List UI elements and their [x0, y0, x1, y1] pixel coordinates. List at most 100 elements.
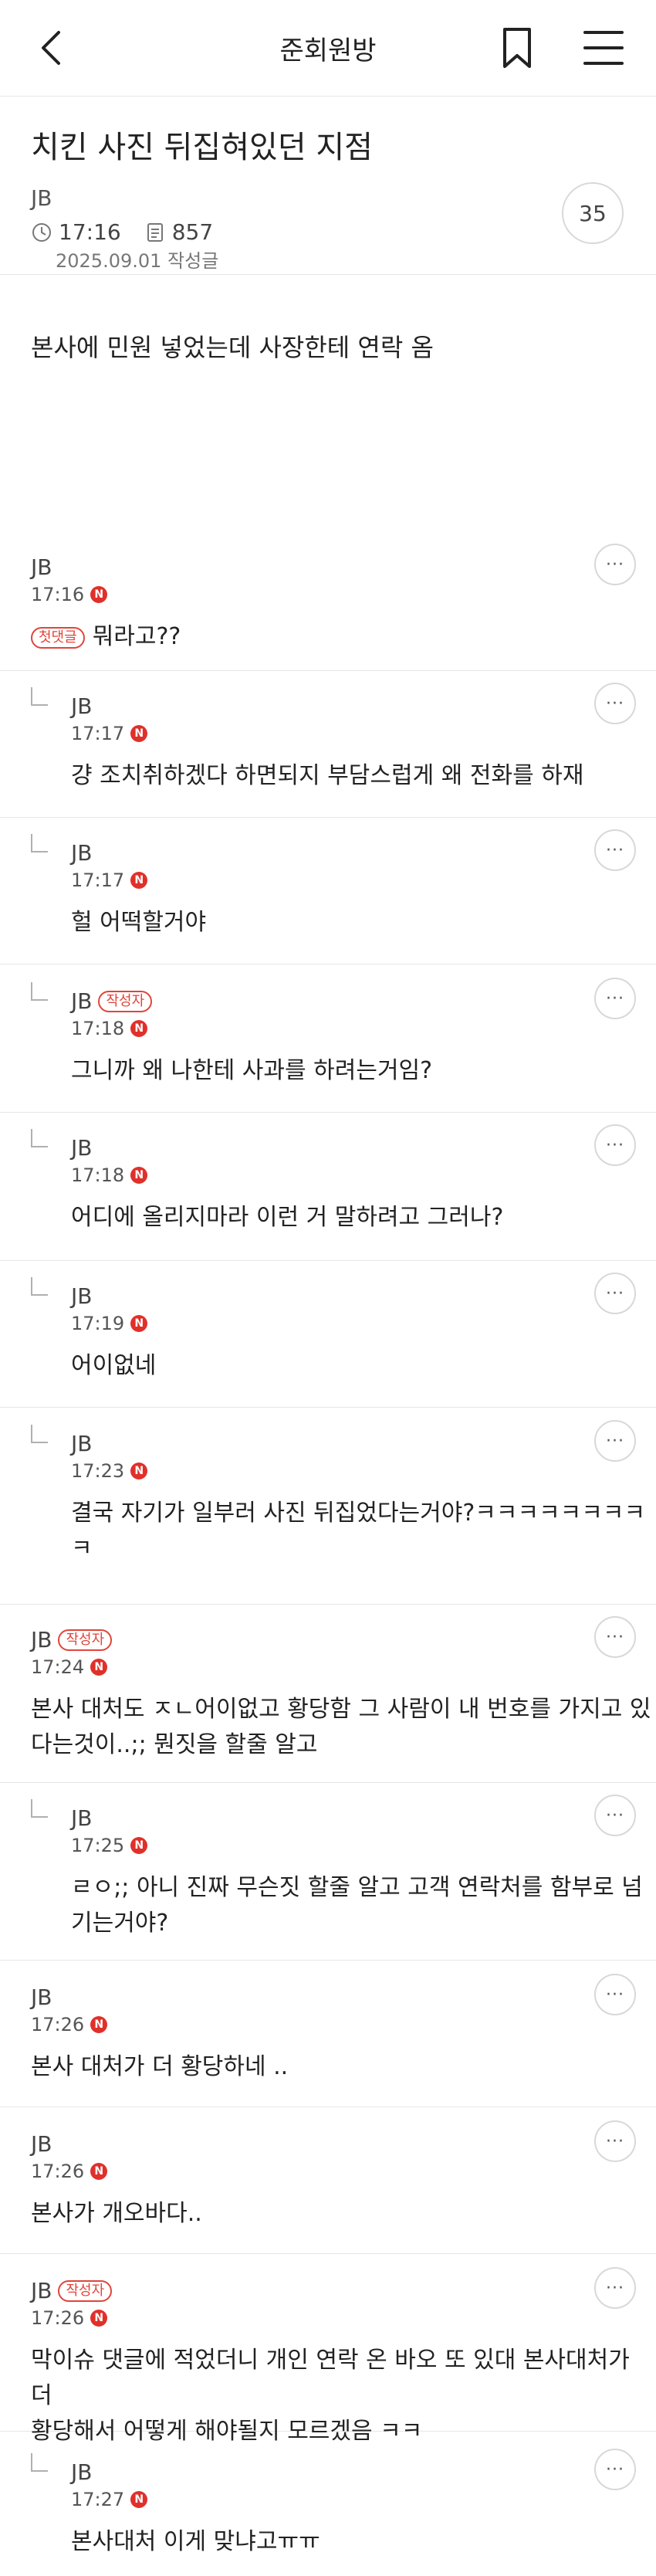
comment-author[interactable]: JB [71, 1283, 92, 1309]
reply-comment: JB 17:18 N 어디에 올리지마라 이런 거 말하려고 그러나? ··· [0, 1124, 656, 1251]
new-badge-icon: N [90, 2310, 108, 2327]
comment-author[interactable]: JB [31, 2131, 52, 2157]
comment-header: JB 작성자 [71, 988, 153, 1014]
more-options-icon[interactable]: ··· [594, 1124, 636, 1166]
post-date: 2025.09.01 작성글 [56, 250, 219, 272]
reply-indicator-icon [31, 1425, 48, 1443]
divider [0, 670, 656, 671]
new-badge-icon: N [130, 1463, 148, 1480]
comment-text-line: ㅋ [71, 1535, 93, 1562]
reply-comment: JB 17:17 N 걍 조치취하겠다 하면되지 부담스럽게 왜 전화를 하재 ··· [0, 683, 656, 809]
comment-author[interactable]: JB [71, 1135, 92, 1161]
comment-time: 17:19 [71, 1313, 125, 1334]
reply-indicator-icon [31, 1277, 48, 1296]
comment: JB 17:26 N 본사 대처가 더 황당하네 .. ··· [0, 1974, 656, 2100]
comment-text-content: 본사 대처가 더 황당하네 .. [31, 2053, 289, 2080]
more-options-icon[interactable]: ··· [594, 978, 636, 1019]
new-badge-icon: N [130, 1837, 148, 1854]
comment-text-content: 헐 어떡할거야 [71, 909, 207, 936]
reply-comment: JB 17:25 N ㄹㅇ;; 아니 진짜 무슨짓 할줄 알고 고객 연락처를 함부로… [0, 1795, 656, 1937]
reply-indicator-icon [31, 2453, 48, 2472]
comment-header: JB [71, 1135, 92, 1161]
divider [0, 1604, 656, 1605]
comment-author[interactable]: JB [71, 1805, 92, 1831]
post-body: 본사에 민원 넣었는데 사장한테 연락 옴 [31, 333, 434, 362]
reply-indicator-icon [31, 687, 48, 706]
new-badge-icon: N [130, 725, 148, 742]
post-time: 17:16 [59, 219, 121, 245]
more-options-icon[interactable]: ··· [594, 544, 636, 585]
comment-header: JB [71, 840, 92, 866]
new-badge-icon: N [90, 2016, 108, 2033]
more-options-icon[interactable]: ··· [594, 683, 636, 724]
more-options-icon[interactable]: ··· [594, 1420, 636, 1462]
comment-header: JB [71, 1805, 92, 1831]
new-badge-icon: N [130, 1315, 148, 1332]
comment-author[interactable]: JB [71, 840, 92, 866]
author-badge: 작성자 [98, 990, 153, 1012]
more-options-icon[interactable]: ··· [594, 1616, 636, 1658]
comment-author[interactable]: JB [71, 1431, 92, 1456]
comment-text: 첫댓글 뭐라고?? [31, 619, 181, 655]
comment-author[interactable]: JB [31, 2278, 52, 2303]
comment-text-content: 어이없네 [71, 1352, 157, 1379]
comment-time: 17:17 [71, 869, 125, 891]
more-options-icon[interactable]: ··· [594, 1795, 636, 1836]
author-badge: 작성자 [58, 2279, 113, 2302]
comment-header: JB [71, 693, 92, 719]
post-title: 치킨 사진 뒤집혀있던 지점 [31, 130, 373, 165]
comment-text-content: 본사대처 이게 맞냐고ㅠㅠ [71, 2528, 320, 2555]
hamburger-menu-icon[interactable] [580, 26, 627, 69]
comment-author[interactable]: JB [31, 554, 52, 580]
more-options-icon[interactable]: ··· [594, 2449, 636, 2490]
more-options-icon[interactable]: ··· [594, 1273, 636, 1314]
more-options-icon[interactable]: ··· [594, 829, 636, 871]
reply-comment: JB 17:17 N 헐 어떡할거야 ··· [0, 829, 656, 956]
comment-time: 17:26 [31, 2014, 85, 2035]
comment-count-button[interactable]: 35 [562, 182, 624, 244]
comment-author[interactable]: JB [71, 988, 92, 1014]
comment-text-line: 막이슈 댓글에 적었더니 개인 연락 온 바오 또 있대 본사대처가 더 [31, 2347, 630, 2409]
comment-time-row: 17:18 N [71, 1164, 148, 1186]
new-badge-icon: N [90, 586, 108, 603]
comment-text: 걍 조치취하겠다 하면되지 부담스럽게 왜 전화를 하재 [71, 758, 583, 794]
comment-author[interactable]: JB [71, 693, 92, 719]
bookmark-icon[interactable] [494, 25, 540, 71]
comment-text-content: 어디에 올리지마라 이런 거 말하려고 그러나? [71, 1204, 504, 1231]
divider [0, 1960, 656, 1961]
more-options-icon[interactable]: ··· [594, 2120, 636, 2162]
comment-text: 본사대처 이게 맞냐고ㅠㅠ [71, 2524, 320, 2560]
comment-time: 17:17 [71, 723, 125, 744]
reply-comment: JB 작성자 17:18 N 그니까 왜 나한테 사과를 하려는거임? ··· [0, 978, 656, 1104]
comment-time: 17:18 [71, 1164, 125, 1186]
author-badge: 작성자 [58, 1629, 113, 1651]
comment-time-row: 17:19 N [71, 1313, 148, 1334]
comment-time-row: 17:25 N [71, 1835, 148, 1856]
comment-header: JB [71, 1431, 92, 1456]
comment-author[interactable]: JB [31, 1627, 52, 1652]
comment-text: ㄹㅇ;; 아니 진짜 무슨짓 할줄 알고 고객 연락처를 함부로 넘 기는거야? [71, 1870, 643, 1941]
first-comment-badge: 첫댓글 [31, 626, 85, 649]
new-badge-icon: N [130, 2491, 148, 2508]
comment-text-content: 뭐라고?? [92, 623, 181, 650]
reply-indicator-icon [31, 834, 48, 852]
comment-header: JB [71, 1283, 92, 1309]
post-author[interactable]: JB [31, 185, 52, 211]
divider [0, 1407, 656, 1408]
comment-text: 헐 어떡할거야 [71, 905, 206, 941]
comment-time: 17:27 [71, 2489, 125, 2510]
comment-time-row: 17:26 N [31, 2014, 108, 2035]
comment-time-row: 17:24 N [31, 1656, 108, 1678]
comment-text: 결국 자기가 일부러 사진 뒤집었다는거야?ㅋㅋㅋㅋㅋㅋㅋㅋㅋ [71, 1496, 645, 1567]
comment-text: 그니까 왜 나한테 사과를 하려는거임? [71, 1053, 432, 1089]
comment-text-line: ㄹㅇ;; 아니 진짜 무슨짓 할줄 알고 고객 연락처를 함부로 넘 [71, 1874, 643, 1901]
more-options-icon[interactable]: ··· [594, 2267, 636, 2309]
comment-time-row: 17:17 N [71, 723, 148, 744]
comment-author[interactable]: JB [71, 2459, 92, 2485]
more-options-icon[interactable]: ··· [594, 1974, 636, 2015]
comment-time-row: 17:17 N [71, 869, 148, 891]
comment: JB 17:16 N 첫댓글 뭐라고?? ··· [0, 544, 656, 670]
comment-time-row: 17:27 N [71, 2489, 148, 2510]
comment-author[interactable]: JB [31, 1985, 52, 2010]
comment-text: 본사 대처도 ㅈㄴ어이없고 황당함 그 사람이 내 번호를 가지고 있 다는것이.… [31, 1692, 651, 1763]
